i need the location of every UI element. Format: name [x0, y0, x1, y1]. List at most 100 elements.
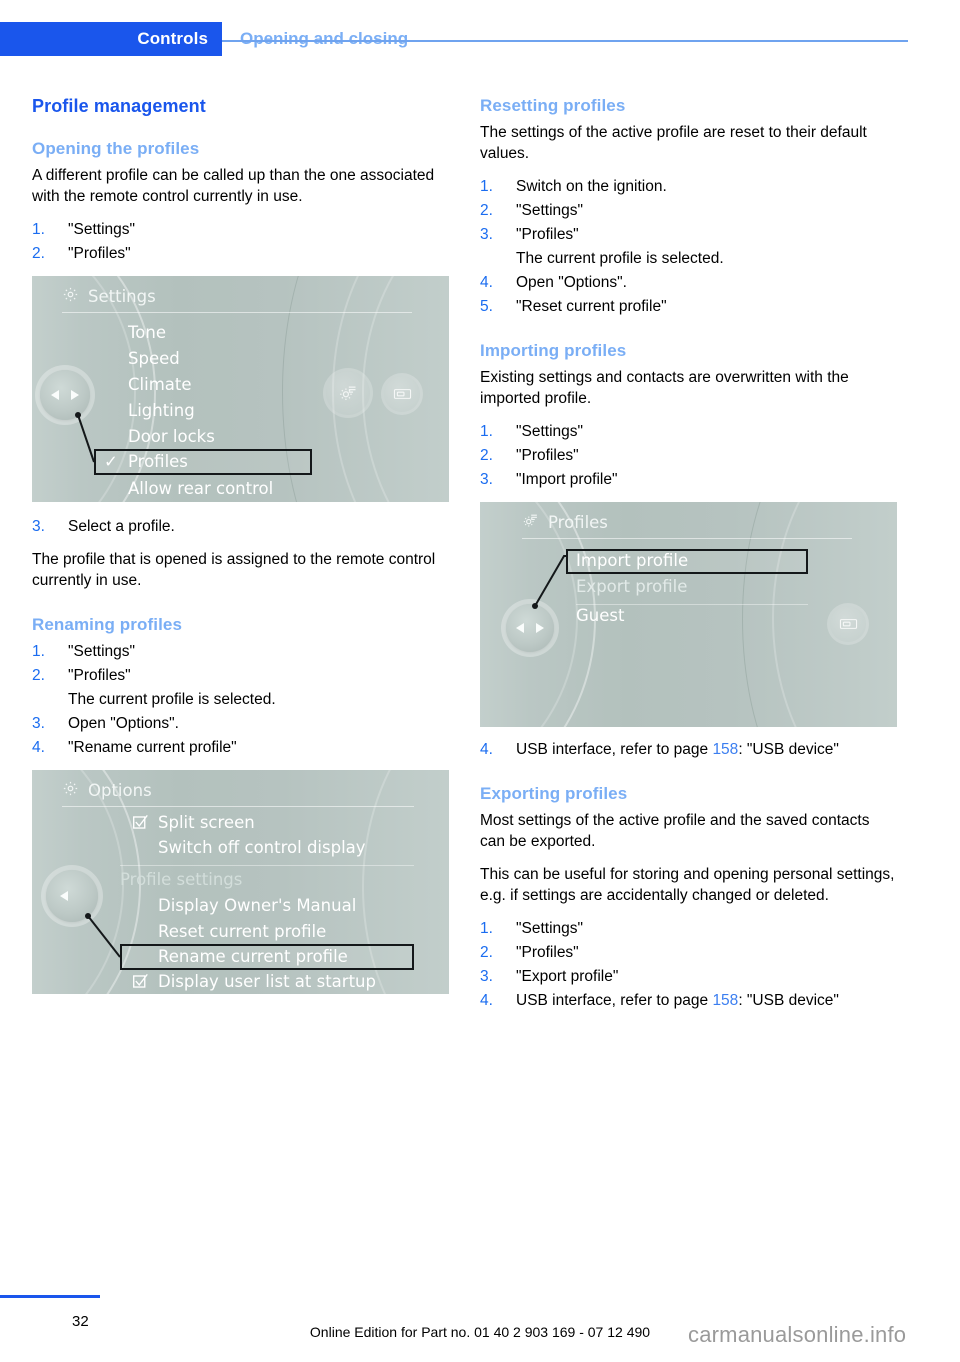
idrive-display-button[interactable] [830, 606, 866, 642]
list-item: 3. Select a profile. [32, 516, 450, 537]
idrive-group-divider [120, 865, 414, 866]
arrow-right-icon [71, 390, 79, 400]
list-text: "Import profile" [516, 471, 618, 488]
idrive-option-display-user-list-at-startup[interactable]: Display user list at startup [158, 972, 376, 991]
list-text: "Settings" [68, 221, 136, 238]
idrive-menu-item-door-locks[interactable]: Door locks [128, 427, 215, 446]
idrive-option-display-owners-manual[interactable]: Display Owner's Manual [158, 896, 356, 915]
page-reference-link[interactable]: 158 [712, 741, 738, 758]
list-text: "Profiles" [68, 245, 131, 262]
list-text: "Settings" [516, 423, 584, 440]
list-item: 3. Open "Options". [32, 713, 450, 734]
checkbox-icon[interactable] [132, 814, 149, 835]
idrive-controller-knob[interactable] [506, 604, 554, 652]
list-number: 4. [480, 274, 493, 291]
gear-list-icon [522, 512, 539, 533]
right-column: Resetting profiles The settings of the a… [480, 96, 898, 1023]
resetting-note-text: The current profile is selected. [516, 250, 724, 267]
checkbox-icon[interactable] [132, 973, 149, 994]
renaming-steps-list-2: 3. Open "Options". 4. "Rename current prof… [32, 713, 450, 758]
list-number: 1. [32, 221, 45, 238]
list-number: 4. [480, 992, 493, 1009]
idrive-selection-box [94, 449, 312, 475]
list-text-a: USB interface, refer to page [516, 741, 713, 758]
exporting-intro-text-1: Most settings of the active profile and … [480, 812, 870, 850]
idrive-profile-item-import[interactable]: Import profile [576, 551, 688, 570]
breadcrumb-chapter-tab: Controls [0, 22, 222, 56]
list-number: 5. [480, 298, 493, 315]
list-item: 3. "Import profile" [480, 469, 898, 490]
idrive-controller-knob[interactable] [46, 870, 98, 922]
header-divider [222, 40, 908, 42]
list-text: "Reset current profile" [516, 298, 667, 315]
idrive-option-switch-off-control-display[interactable]: Switch off control display [158, 838, 366, 857]
footer-divider [0, 1295, 100, 1298]
idrive-header-divider [62, 312, 412, 313]
idrive-options-screenshot: Options Split screen Switch off control … [32, 770, 449, 994]
list-item: 2. "Profiles" [480, 942, 898, 963]
idrive-profile-item-guest[interactable]: Guest [576, 606, 624, 625]
list-number: 1. [32, 643, 45, 660]
idrive-menu-item-climate[interactable]: Climate [128, 375, 192, 394]
list-item: 4. Open "Options". [480, 272, 898, 293]
list-number: 3. [480, 471, 493, 488]
idrive-option-reset-current-profile[interactable]: Reset current profile [158, 922, 326, 941]
idrive-options-title: Options [88, 781, 152, 800]
checkmark-icon: ✓ [104, 452, 118, 471]
heading-resetting-profiles: Resetting profiles [480, 96, 626, 115]
list-number: 4. [480, 741, 493, 758]
list-text: "Profiles" [516, 226, 579, 243]
list-number: 3. [480, 968, 493, 985]
list-text: "Settings" [68, 643, 136, 660]
list-item: 4. USB interface, refer to page 158: "USB… [480, 990, 898, 1011]
resetting-intro-text: The settings of the active profile are r… [480, 124, 867, 162]
idrive-group-divider [576, 604, 808, 605]
idrive-profiles-title: Profiles [548, 513, 608, 532]
idrive-group-label-profile-settings: Profile settings [120, 870, 243, 889]
arrow-left-icon [51, 390, 59, 400]
idrive-menu-item-allow-rear-control[interactable]: Allow rear control [128, 479, 273, 498]
list-item: 2. "Profiles" [480, 445, 898, 466]
resetting-steps-list: 1. Switch on the ignition. 2. "Settings" 3… [480, 176, 898, 245]
list-number: 1. [480, 423, 493, 440]
list-text: "Export profile" [516, 968, 619, 985]
idrive-option-rename-current-profile[interactable]: Rename current profile [158, 947, 348, 966]
idrive-display-button[interactable] [384, 376, 420, 412]
idrive-header-divider [62, 806, 414, 807]
list-item: 1. "Settings" [32, 641, 450, 662]
list-item: 1. "Settings" [480, 918, 898, 939]
resetting-steps-list-2: 4. Open "Options". 5. "Reset current profi… [480, 272, 898, 317]
list-text: "Rename current profile" [68, 739, 237, 756]
list-item: 4. USB interface, refer to page 158: "USB… [480, 739, 898, 760]
idrive-options-button[interactable] [326, 371, 370, 415]
idrive-controller-knob[interactable] [40, 370, 90, 420]
idrive-menu-item-speed[interactable]: Speed [128, 349, 180, 368]
arrow-left-icon [60, 891, 68, 901]
idrive-menu-item-tone[interactable]: Tone [128, 323, 166, 342]
page-reference-link[interactable]: 158 [712, 992, 738, 1009]
list-text-b: : "USB device" [738, 741, 839, 758]
list-item: 3. "Profiles" [480, 224, 898, 245]
renaming-steps-list: 1. "Settings" 2. "Profiles" [32, 641, 450, 686]
idrive-settings-header: Settings [62, 286, 156, 307]
heading-renaming-profiles: Renaming profiles [32, 615, 183, 634]
list-number: 2. [480, 944, 493, 961]
opening-outro-text: The profile that is opened is assigned t… [32, 551, 436, 589]
idrive-profile-item-export[interactable]: Export profile [576, 577, 687, 596]
opening-intro-text: A different profile can be called up tha… [32, 167, 435, 205]
breadcrumb-section-label: Opening and closing [240, 29, 409, 48]
idrive-menu-item-lighting[interactable]: Lighting [128, 401, 195, 420]
list-item: 4. "Rename current profile" [32, 737, 450, 758]
list-text: Switch on the ignition. [516, 178, 667, 195]
idrive-option-split-screen[interactable]: Split screen [158, 813, 255, 832]
list-text: "Settings" [516, 202, 584, 219]
idrive-profiles-header: Profiles [522, 512, 608, 533]
idrive-profiles-screenshot: Profiles Import profile Export profile G… [480, 502, 897, 727]
idrive-menu-item-profiles[interactable]: Profiles [128, 452, 188, 471]
list-text: "Settings" [516, 920, 584, 937]
list-number: 2. [32, 245, 45, 262]
gear-icon [62, 286, 79, 307]
decorative-arc [742, 502, 897, 727]
list-number: 2. [32, 667, 45, 684]
list-number: 4. [32, 739, 45, 756]
